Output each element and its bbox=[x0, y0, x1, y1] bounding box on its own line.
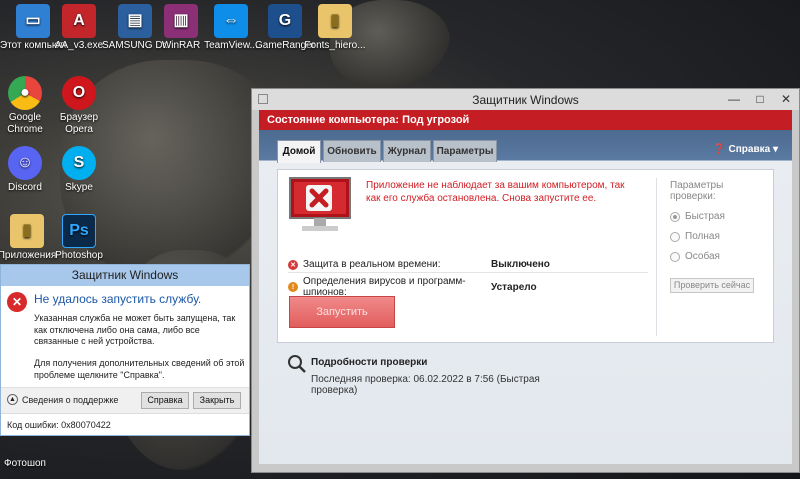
last-scan-text: Последняя проверка: 06.02.2022 в 7:56 (Б… bbox=[311, 374, 540, 396]
desktop-icon-fonts-folder[interactable]: ▮ Fonts_hiero... bbox=[302, 4, 368, 52]
tab-settings[interactable]: Параметры bbox=[433, 140, 497, 162]
divider bbox=[288, 272, 648, 273]
defender-titlebar[interactable]: Защитник Windows — □ ✕ bbox=[252, 89, 799, 110]
opera-icon: O bbox=[62, 76, 96, 110]
monitor-warning-icon bbox=[288, 176, 352, 234]
chrome-icon: ● bbox=[8, 76, 42, 110]
radio-custom[interactable]: Особая bbox=[670, 251, 770, 262]
close-button[interactable]: Закрыть bbox=[193, 392, 241, 409]
photoshop-icon: Ps bbox=[62, 214, 96, 248]
aa-icon: A bbox=[62, 4, 96, 38]
support-details-toggle[interactable]: ▲ Сведения о поддержке bbox=[7, 394, 118, 405]
close-icon[interactable]: ✕ bbox=[773, 89, 799, 109]
winrar-icon: ▥ bbox=[164, 4, 198, 38]
realtime-protection-row: ✕ Защита в реальном времени: Выключено bbox=[288, 259, 550, 270]
radio-icon bbox=[670, 231, 680, 242]
scan-now-button[interactable]: Проверить сейчас bbox=[670, 278, 754, 293]
skype-icon: S bbox=[62, 146, 96, 180]
radio-full[interactable]: Полная bbox=[670, 231, 770, 242]
tab-history[interactable]: Журнал bbox=[383, 140, 431, 162]
defender-title: Защитник Windows bbox=[472, 93, 579, 107]
radio-selected-icon bbox=[670, 211, 680, 222]
app-icon bbox=[258, 94, 268, 104]
error-description: Указанная служба не может быть запущена,… bbox=[34, 313, 236, 346]
start-button[interactable]: Запустить bbox=[289, 296, 395, 328]
error-heading: Не удалось запустить службу. bbox=[34, 292, 202, 306]
teamviewer-icon: ⇔ bbox=[214, 4, 248, 38]
desktop-icon-photoshop-folder[interactable]: Фотошоп bbox=[0, 440, 58, 470]
definitions-status: Устарело bbox=[491, 281, 537, 293]
defender-window: Защитник Windows — □ ✕ Состояние компьют… bbox=[251, 88, 800, 473]
error-dialog-footer: ▲ Сведения о поддержке Справка Закрыть bbox=[1, 387, 249, 413]
maximize-icon[interactable]: □ bbox=[747, 89, 773, 109]
chevron-down-icon: ▾ bbox=[772, 144, 778, 155]
home-panel: Приложение не наблюдает за вашим компьют… bbox=[277, 169, 774, 343]
desktop-icon-photoshop[interactable]: Ps Photoshop bbox=[46, 214, 112, 262]
definitions-row: ! Определения вирусов и программ-шпионов… bbox=[288, 276, 537, 298]
defender-content: Домой Обновить Журнал Параметры ❓ Справк… bbox=[259, 130, 792, 464]
discord-icon: ☺ bbox=[8, 146, 42, 180]
error-dialog-title[interactable]: Защитник Windows bbox=[1, 265, 249, 286]
warning-icon: ! bbox=[288, 282, 298, 292]
error-code: Код ошибки: 0x80070422 bbox=[1, 413, 249, 435]
chevron-up-icon: ▲ bbox=[7, 394, 18, 405]
tab-update[interactable]: Обновить bbox=[323, 140, 381, 162]
magnifier-icon bbox=[288, 355, 306, 373]
error-icon: ✕ bbox=[288, 259, 298, 270]
status-banner: Состояние компьютера: Под угрозой bbox=[259, 110, 792, 130]
scan-options: Параметры проверки: Быстрая Полная Особа… bbox=[670, 180, 770, 293]
warning-message: Приложение не наблюдает за вашим компьют… bbox=[366, 180, 625, 204]
desktop-icon-opera[interactable]: O Браузер Opera bbox=[46, 76, 112, 136]
divider bbox=[656, 178, 657, 336]
folder-icon: ▮ bbox=[318, 4, 352, 38]
help-menu[interactable]: ❓ Справка ▾ bbox=[713, 144, 778, 155]
help-button[interactable]: Справка bbox=[141, 392, 189, 409]
error-help-text: Для получения дополнительных сведений об… bbox=[34, 358, 245, 380]
minimize-icon[interactable]: — bbox=[721, 89, 747, 109]
printer-icon: ▤ bbox=[118, 4, 152, 38]
realtime-status: Выключено bbox=[491, 259, 550, 270]
error-dialog: Защитник Windows ✕ Не удалось запустить … bbox=[0, 264, 250, 436]
gameranger-icon: G bbox=[268, 4, 302, 38]
scan-details-title: Подробности проверки bbox=[311, 357, 428, 368]
desktop-icon-skype[interactable]: S Skype bbox=[46, 146, 112, 194]
help-icon: ❓ bbox=[713, 144, 726, 155]
folder-icon: ▮ bbox=[10, 214, 44, 248]
radio-icon bbox=[670, 251, 680, 262]
radio-quick[interactable]: Быстрая bbox=[670, 211, 770, 222]
error-icon: ✕ bbox=[7, 292, 27, 312]
tab-home[interactable]: Домой bbox=[277, 140, 321, 163]
computer-icon: ▭ bbox=[16, 4, 50, 38]
